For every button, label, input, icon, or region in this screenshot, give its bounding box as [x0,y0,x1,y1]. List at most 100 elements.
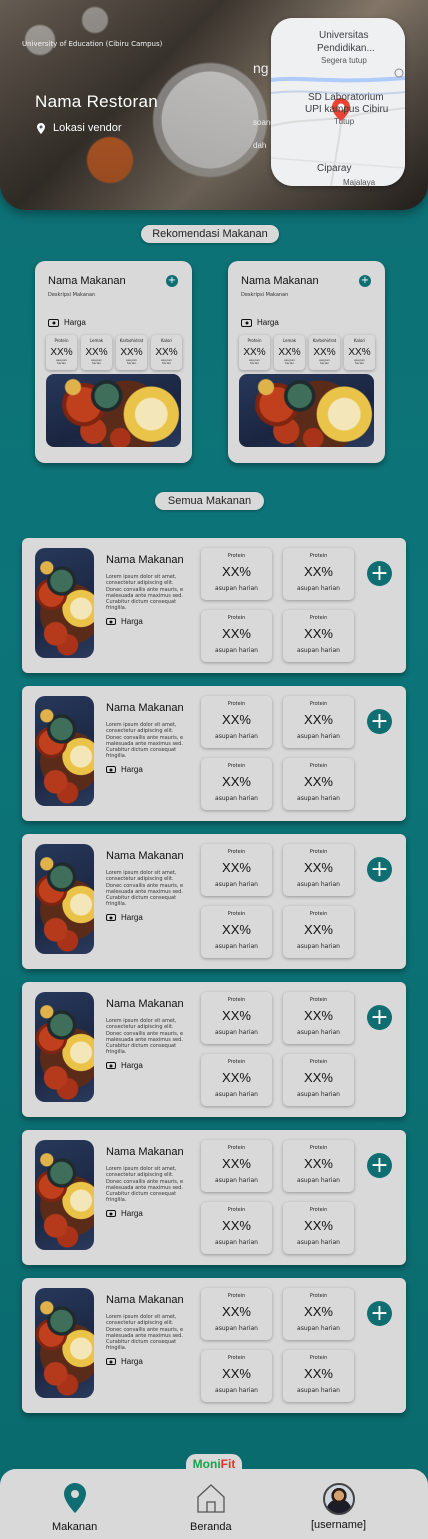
home-icon [196,1483,226,1517]
food-image [35,1140,94,1250]
location-map[interactable]: Universitas Pendidikan... Segera tutup S… [271,18,405,186]
nutrient-box: Karbohidrat XX% asupan harian [116,335,147,370]
add-button[interactable]: + [166,275,178,287]
food-image [35,1288,94,1398]
nutrient-value: XX% [222,1070,251,1085]
nav-makanan-label: Makanan [52,1521,98,1533]
nutrient-value: XX% [304,860,333,875]
nutrient-box: Protein XX% asupan harian [201,1054,272,1106]
add-button[interactable]: + [367,1301,392,1326]
add-button[interactable]: + [367,1153,392,1178]
nutrient-box: Kalori XX% asupan harian [151,335,182,370]
price-label: Harga [121,617,143,626]
nav-makanan[interactable]: Makanan [52,1483,97,1533]
food-image [35,548,94,658]
add-button[interactable]: + [359,275,371,287]
food-description: Lorem ipsum dolor sit amet, consectetur … [106,722,184,760]
food-card[interactable]: Nama Makanan Lorem ipsum dolor sit amet, … [22,686,406,821]
nutrient-label: Protein [309,553,328,559]
cash-icon [106,914,116,921]
nutrient-label: Protein [309,615,328,621]
price-label: Harga [121,1061,143,1070]
cash-icon [106,618,116,625]
nutrient-label: Protein [309,997,328,1003]
cash-icon [106,1358,116,1365]
price-row: Harga [106,765,143,774]
price-row: Harga [241,318,279,327]
food-card[interactable]: Nama Makanan Lorem ipsum dolor sit amet, … [22,1130,406,1265]
food-name: Nama Makanan [106,850,184,862]
vendor-location-label: Lokasi vendor [53,122,122,134]
bottom-nav: Makanan Beranda [username] [0,1469,428,1539]
nutrient-value: XX% [222,774,251,789]
price-row: Harga [48,318,86,327]
nutrient-box: Protein XX% asupan harian [283,758,354,810]
nutrient-box: Protein XX% asupan harian [283,844,354,896]
add-button[interactable]: + [367,1005,392,1030]
plus-icon: + [370,560,389,586]
nutrient-box: Protein XX% asupan harian [201,906,272,958]
food-card[interactable]: Nama Makanan Lorem ipsum dolor sit amet, … [22,1278,406,1413]
nutrient-sub: asupan harian [215,1387,258,1394]
nutrient-sub: asupan harian [297,943,340,950]
nutrient-value: XX% [304,922,333,937]
nutrient-value: XX% [222,626,251,641]
nutrient-box: Protein XX% asupan harian [201,1140,272,1192]
nutrient-label: Protein [227,1207,246,1213]
nutrient-box: Protein XX% asupan harian [283,610,354,662]
nutrient-row: Protein XX% asupan harian Lemak XX% asupan h… [239,335,375,370]
nutrient-box: Protein XX% asupan harian [201,610,272,662]
nutrient-value: XX% [222,1008,251,1023]
map-pin-icon [37,122,45,134]
add-button[interactable]: + [367,857,392,882]
plus-icon: + [370,1300,389,1326]
price-label: Harga [121,765,143,774]
nutrient-box: Protein XX% asupan harian [283,1140,354,1192]
nutrient-sub: asupan harian [215,1091,258,1098]
nutrient-sub: asupan harian [215,585,258,592]
food-card[interactable]: Nama Makanan Lorem ipsum dolor sit amet, … [22,538,406,673]
nutrient-sub: asupan harian [215,1239,258,1246]
map-edge-label-dah: dah [253,141,267,150]
recommend-card[interactable]: Nama Makanan + Deskripsi Makanan Harga P… [228,261,385,463]
food-card[interactable]: Nama Makanan Lorem ipsum dolor sit amet, … [22,982,406,1117]
nutrient-label: Protein [309,1145,328,1151]
price-row: Harga [106,1061,143,1070]
nav-user[interactable]: [username] [311,1483,366,1531]
add-button[interactable]: + [367,709,392,734]
map-label-ciparay: Ciparay [317,163,352,174]
nutrient-sub: asupan harian [215,881,258,888]
vendor-location: Lokasi vendor [37,122,122,134]
nutrient-value: XX% [304,1304,333,1319]
nutrient-sub: asupan harian [297,585,340,592]
nutrient-label: Protein [309,911,328,917]
nutrient-sub: asupan harian [215,943,258,950]
food-name: Nama Makanan [106,1294,184,1306]
price-label: Harga [121,1357,143,1366]
add-button[interactable]: + [367,561,392,586]
nutrient-value: XX% [304,1366,333,1381]
food-name: Nama Makanan [48,275,126,287]
nav-beranda[interactable]: Beranda [190,1483,232,1533]
nutrient-value: XX% [304,1070,333,1085]
food-image [46,374,181,447]
nutrient-box: Protein XX% asupan harian [201,696,272,748]
price-label: Harga [64,318,86,327]
nutrient-label: Protein [309,1207,328,1213]
nutrient-sub: asupan harian [297,881,340,888]
nutrient-label: Protein [227,1355,246,1361]
food-description: Lorem ipsum dolor sit amet, consectetur … [106,1018,184,1056]
food-card[interactable]: Nama Makanan Lorem ipsum dolor sit amet, … [22,834,406,969]
cash-icon [106,1210,116,1217]
map-edge-label-ng: ng [253,60,269,76]
nutrient-label: Protein [227,553,246,559]
recommend-card[interactable]: Nama Makanan + Deskripsi Makanan Harga P… [35,261,192,463]
food-name: Nama Makanan [106,998,184,1010]
nutrient-value: XX% [304,1156,333,1171]
nutrient-sub: asupan harian [297,795,340,802]
nutrient-sub: asupan harian [297,1029,340,1036]
nutrient-value: XX% [304,564,333,579]
map-pin-icon [63,1483,86,1517]
nutrient-sub: asupan harian [297,647,340,654]
nutrient-label: Protein [227,911,246,917]
